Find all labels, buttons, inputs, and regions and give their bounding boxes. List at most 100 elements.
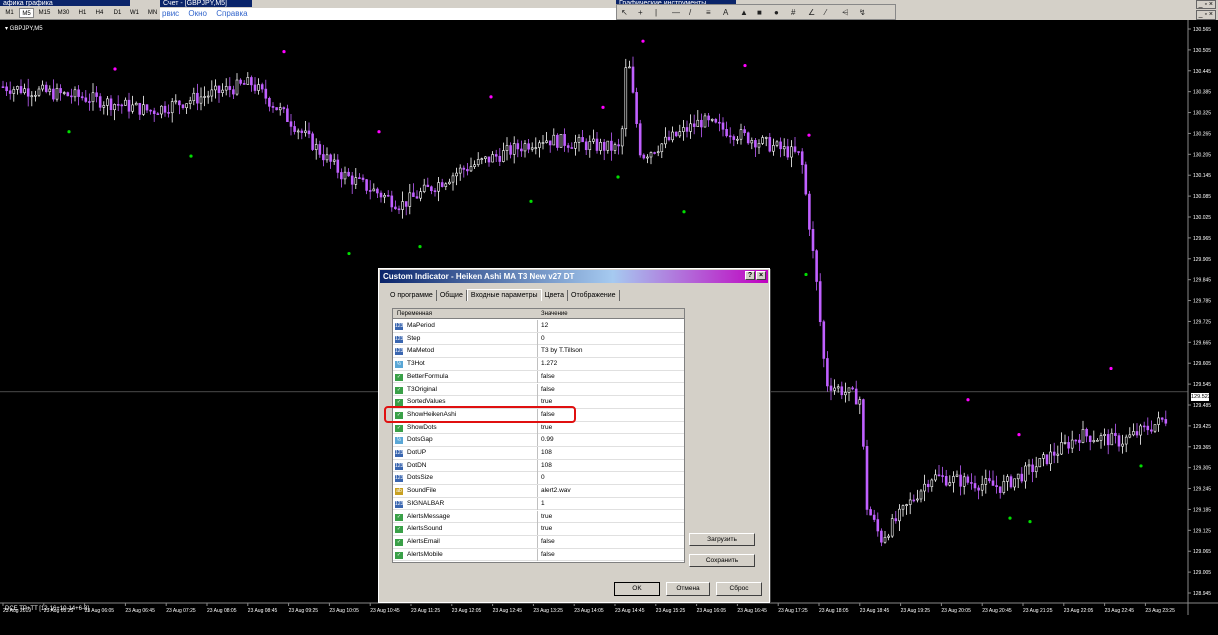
param-row-dotup[interactable]: 123 DotUP 108	[393, 447, 684, 460]
param-value[interactable]: false	[541, 536, 555, 549]
param-row-dotsgap[interactable]: ½ DotsGap 0.99	[393, 434, 684, 447]
tab-visualization[interactable]: Отображение	[568, 290, 620, 301]
timeframe-m1[interactable]: M1	[2, 8, 17, 18]
candle-body	[541, 142, 545, 144]
param-name: SIGNALBAR	[407, 499, 445, 507]
tab-common[interactable]: Общие	[437, 290, 467, 301]
param-value[interactable]: 12	[541, 320, 548, 333]
channel-icon[interactable]: ⁄	[825, 8, 826, 17]
param-value[interactable]: 108	[541, 460, 552, 473]
timeframe-h4[interactable]: H4	[92, 8, 107, 18]
param-row-step[interactable]: 123 Step 0	[393, 332, 684, 346]
cursor-icon[interactable]: ↖	[621, 8, 628, 17]
window-controls[interactable]: _ ▫ ×	[1195, 0, 1216, 9]
text-icon[interactable]: A	[723, 8, 728, 17]
tab-colors[interactable]: Цвета	[542, 290, 569, 301]
candle-body	[944, 476, 948, 486]
timeframe-mn[interactable]: MN	[145, 8, 160, 18]
price-tick-label: 129.485	[1193, 403, 1211, 409]
tab-inputs[interactable]: Входные параметры	[466, 289, 542, 301]
rectangle-icon[interactable]: ■	[757, 8, 762, 17]
param-row-alertsemail[interactable]: ✓ AlertsEmail false	[393, 535, 684, 549]
param-row-dotdn[interactable]: 123 DotDN 108	[393, 459, 684, 473]
candle-body	[217, 85, 221, 94]
candle-body	[376, 188, 379, 194]
bool-type-icon: ✓	[395, 513, 403, 521]
candle-body	[998, 486, 1002, 493]
trend-line-icon[interactable]: /	[689, 8, 691, 17]
param-row-alertsmobile[interactable]: ✓ AlertsMobile false	[393, 548, 684, 562]
load-button[interactable]: Загрузить	[689, 533, 755, 546]
dot-down	[282, 50, 286, 54]
timeframe-m30[interactable]: M30	[56, 8, 71, 18]
param-row-alertssound[interactable]: ✓ AlertsSound true	[393, 523, 684, 536]
candle-body	[98, 96, 102, 108]
triangle-icon[interactable]: ▲	[740, 8, 748, 17]
timeframe-w1[interactable]: W1	[127, 8, 142, 18]
ellipse-icon[interactable]: ●	[774, 8, 779, 17]
candle-body	[862, 399, 865, 447]
menu-window[interactable]: Окно	[188, 9, 207, 18]
param-value[interactable]: true	[541, 511, 552, 524]
timeframe-d1[interactable]: D1	[110, 8, 125, 18]
param-value[interactable]: false	[541, 371, 555, 384]
time-tick-label: 23 Aug 14:45	[615, 608, 645, 614]
candle-body	[829, 385, 833, 391]
horizontal-line-icon[interactable]: —	[672, 8, 680, 17]
param-row-alertsmessage[interactable]: ✓ AlertsMessage true	[393, 510, 684, 524]
angle-icon[interactable]: ∠	[808, 8, 815, 17]
candle-body	[602, 142, 606, 151]
crosshair-icon[interactable]: +	[638, 8, 643, 17]
param-value[interactable]: T3 by T.Tillson	[541, 345, 583, 358]
param-value[interactable]: false	[541, 384, 555, 397]
col-variable-header[interactable]: Переменная	[397, 309, 432, 319]
timeframe-m15[interactable]: M15	[37, 8, 52, 18]
timeframe-m5[interactable]: M5	[19, 8, 34, 18]
param-row-mametod[interactable]: 123 MaMetod T3 by T.Tillson	[393, 345, 684, 359]
tab-about[interactable]: О программе	[387, 290, 437, 301]
reset-button[interactable]: Сброс	[716, 582, 762, 596]
param-value[interactable]: true	[541, 422, 552, 435]
param-value[interactable]: false	[541, 549, 555, 562]
andrews-icon[interactable]: #	[791, 8, 795, 17]
arrows-icon[interactable]: ↯	[859, 8, 866, 17]
param-value[interactable]: 108	[541, 447, 552, 460]
candle-body	[8, 90, 12, 94]
param-value[interactable]: true	[541, 523, 552, 536]
param-value[interactable]: 1.272	[541, 358, 557, 371]
candle-body	[16, 86, 19, 90]
close-button[interactable]: ×	[756, 271, 766, 280]
param-row-t3hot[interactable]: ½ T3Hot 1.272	[393, 358, 684, 371]
candle-body	[700, 119, 703, 128]
param-row-maperiod[interactable]: 123 MaPeriod 12	[393, 320, 684, 333]
ok-button[interactable]: OK	[614, 582, 660, 596]
param-value[interactable]: 0.99	[541, 434, 554, 447]
param-value[interactable]: alert2.wav	[541, 485, 571, 498]
param-value[interactable]: 1	[541, 498, 545, 511]
col-value-header[interactable]: Значение	[541, 309, 568, 319]
gann-icon[interactable]: ⩤	[842, 8, 848, 17]
vertical-line-icon[interactable]: |	[655, 8, 657, 17]
candle-body	[930, 479, 934, 488]
cancel-button[interactable]: Отмена	[666, 582, 710, 596]
chart-window-controls[interactable]: _ ▫ ×	[1195, 10, 1216, 20]
param-row-t3original[interactable]: ✓ T3Original false	[393, 383, 684, 397]
param-row-signalbar[interactable]: 123 SIGNALBAR 1	[393, 497, 684, 511]
fibo-icon[interactable]: ≡	[706, 8, 711, 17]
param-row-dotssize[interactable]: 123 DotsSize 0	[393, 472, 684, 486]
price-tick-label: 128.945	[1193, 591, 1211, 597]
menu-service[interactable]: рвис	[162, 9, 179, 18]
save-button[interactable]: Сохранить	[689, 554, 755, 567]
param-value[interactable]: 0	[541, 472, 545, 485]
menu-help[interactable]: Справка	[216, 9, 247, 18]
param-value[interactable]: 0	[541, 333, 545, 346]
timeframe-h1[interactable]: H1	[75, 8, 90, 18]
candle-body	[30, 95, 34, 98]
param-row-showdots[interactable]: ✓ ShowDots true	[393, 421, 684, 435]
help-button[interactable]: ?	[745, 271, 755, 280]
candle-body	[570, 147, 574, 149]
param-row-betterformula[interactable]: ✓ BetterFormula false	[393, 370, 684, 384]
param-row-soundfile[interactable]: ab SoundFile alert2.wav	[393, 485, 684, 498]
param-name: MaPeriod	[407, 322, 435, 329]
candle-body	[145, 104, 149, 111]
